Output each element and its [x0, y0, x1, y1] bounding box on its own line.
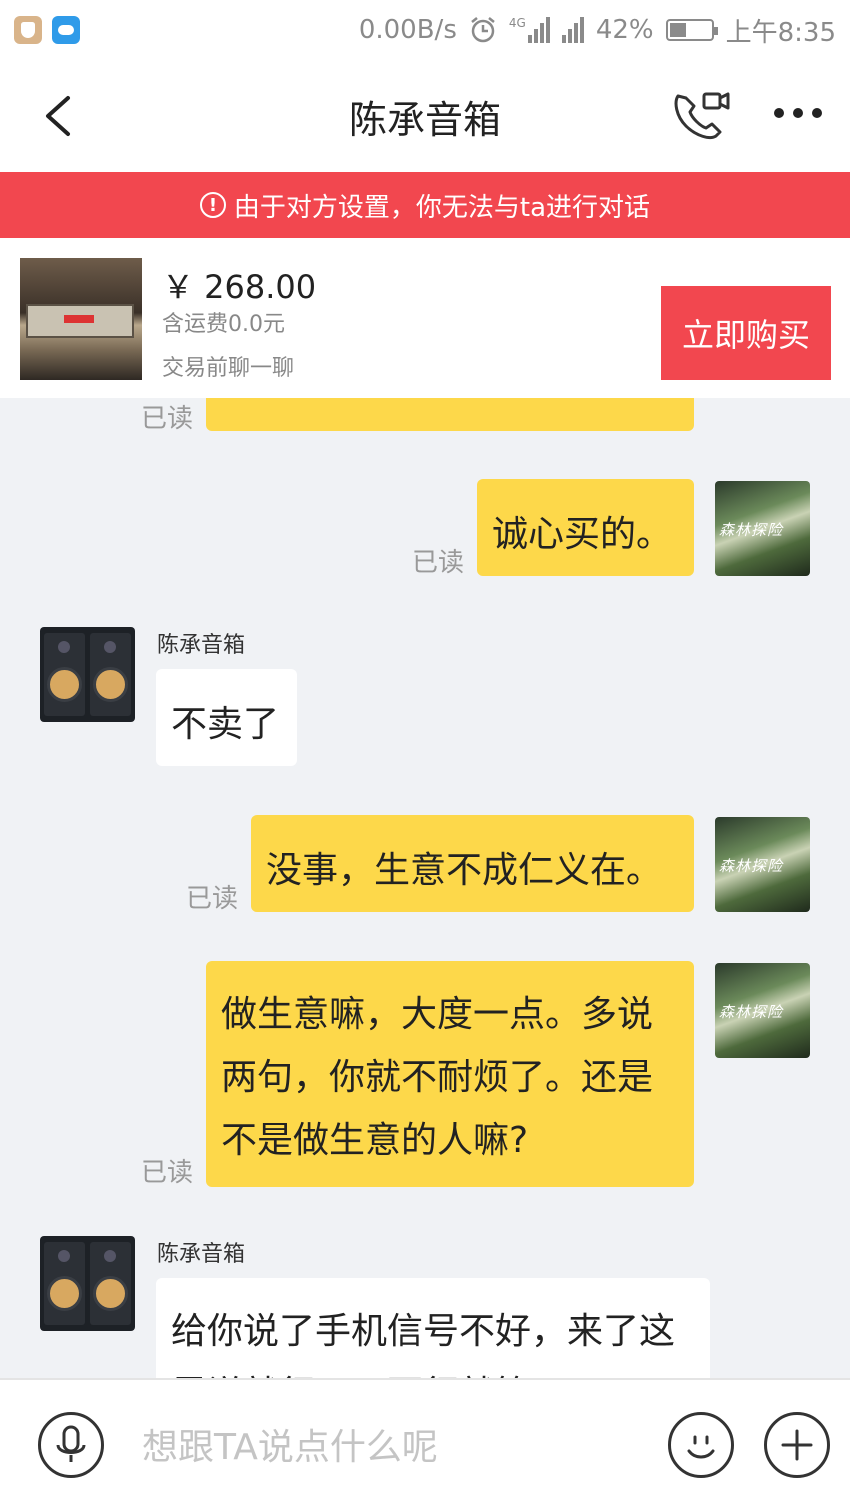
- message-input[interactable]: [140, 1416, 624, 1478]
- product-card[interactable]: ￥ 268.00 含运费0.0元 交易前聊一聊 立即购买: [0, 238, 850, 398]
- product-shipping: 含运费0.0元: [162, 312, 285, 337]
- warning-banner: ! 由于对方设置，你无法与ta进行对话: [0, 172, 850, 238]
- message-bubble[interactable]: 给你说了手机信号不好，来了这里说就行，一百行就算了: [156, 1278, 710, 1378]
- more-actions-button[interactable]: [764, 1412, 830, 1478]
- cloud-app-icon: [52, 16, 80, 44]
- page-title: 陈承音箱: [348, 97, 501, 142]
- message-bubble[interactable]: 诚心买的。: [477, 479, 694, 576]
- warning-text: 由于对方设置，你无法与ta进行对话: [233, 192, 651, 223]
- signal-4g-icon: 4G: [509, 17, 550, 43]
- buy-now-button[interactable]: 立即购买: [661, 286, 831, 380]
- message-bubble[interactable]: [206, 398, 694, 431]
- my-avatar[interactable]: 森林探险: [715, 481, 810, 576]
- read-status: 已读: [186, 884, 239, 914]
- message-bubble[interactable]: 做生意嘛，大度一点。多说两句，你就不耐烦了。还是不是做生意的人嘛?: [206, 961, 694, 1187]
- read-status: 已读: [141, 1158, 194, 1188]
- shield-app-icon: [14, 16, 42, 44]
- microphone-icon: [56, 1425, 86, 1462]
- phone-video-call-icon[interactable]: [668, 88, 732, 144]
- battery-percent: 42%: [595, 15, 654, 45]
- contact-avatar[interactable]: [40, 1236, 135, 1331]
- my-avatar[interactable]: 森林探险: [715, 963, 810, 1058]
- voice-input-button[interactable]: [38, 1412, 104, 1478]
- status-bar: 0.00B/s 4G 42% 上午8:35: [0, 0, 850, 60]
- plus-icon: [781, 1429, 813, 1461]
- message-bubble[interactable]: 不卖了: [156, 669, 297, 766]
- input-bar: [0, 1378, 850, 1511]
- product-price: ￥ 268.00: [162, 268, 317, 306]
- signal-icon: [561, 17, 584, 43]
- emoji-button[interactable]: [668, 1412, 734, 1478]
- chat-area[interactable]: 已读 诚心买的。 已读 森林探险 陈承音箱 不卖了 没事，生意不成仁义在。 已读…: [0, 398, 850, 1378]
- net-speed: 0.00B/s: [358, 15, 457, 45]
- my-avatar[interactable]: 森林探险: [715, 817, 810, 912]
- sender-name: 陈承音箱: [157, 1242, 246, 1267]
- battery-icon: [665, 19, 718, 41]
- sender-name: 陈承音箱: [157, 633, 246, 658]
- smiley-icon: [687, 1435, 715, 1459]
- product-note: 交易前聊一聊: [162, 356, 295, 381]
- more-options-icon[interactable]: [774, 108, 828, 124]
- contact-avatar[interactable]: [40, 627, 135, 722]
- read-status: 已读: [412, 548, 465, 578]
- back-arrow-icon[interactable]: [40, 94, 80, 138]
- nav-bar: 陈承音箱: [0, 60, 850, 172]
- clock: 上午8:35: [725, 17, 836, 48]
- product-image[interactable]: [20, 258, 142, 380]
- alarm-icon: [471, 17, 495, 43]
- warning-icon: !: [199, 192, 226, 218]
- read-status: 已读: [141, 404, 194, 434]
- message-bubble[interactable]: 没事，生意不成仁义在。: [251, 815, 694, 912]
